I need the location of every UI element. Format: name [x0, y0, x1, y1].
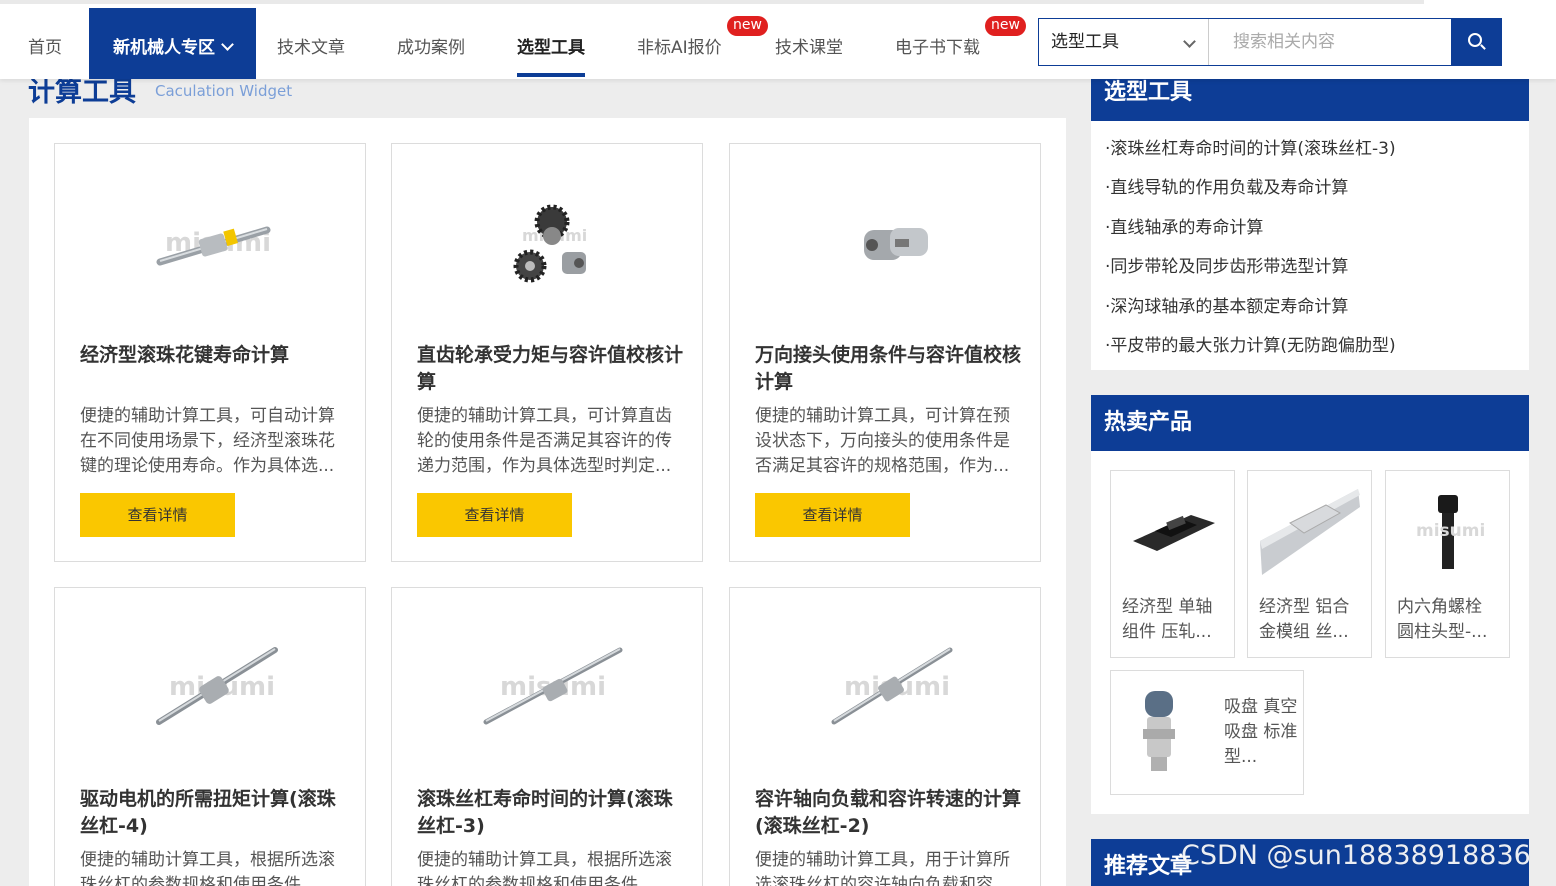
top-divider	[0, 0, 1424, 4]
nav-success-cases[interactable]: 成功案例	[397, 8, 465, 79]
watermark-text: misumi	[1416, 521, 1486, 541]
search-input[interactable]	[1211, 19, 1451, 65]
tool-card-description: 便捷的辅助计算工具，可计算在预设状态下，万向接头的使用条件是否满足其容许的规格范…	[755, 406, 1010, 476]
sidebar-tool-link[interactable]: ·同步带轮及同步齿形带选型计算	[1105, 252, 1348, 277]
sidebar-tool-link[interactable]: ·直线轴承的寿命计算	[1105, 213, 1263, 238]
chevron-down-icon	[221, 38, 234, 51]
search-icon-handle	[1480, 44, 1486, 50]
view-details-button[interactable]: 查看详情	[80, 493, 235, 537]
search-bar: 选型工具	[1038, 18, 1502, 66]
view-details-button[interactable]: 查看详情	[755, 493, 910, 537]
active-tab-underline	[517, 73, 585, 77]
tool-card[interactable]: misumi 经济型滚珠花键寿命计算 便捷的辅助计算工具，可自动计算在不同使用场…	[54, 143, 366, 562]
single-axis-actuator-drawing	[1133, 515, 1215, 551]
tool-card[interactable]: misumi 直齿轮承受力矩与容许值校核计算 便捷的辅助计算工具，可计算直齿轮的…	[391, 143, 703, 562]
nav-selection-tools-label: 选型工具	[517, 38, 585, 58]
nav-ai-quote[interactable]: 非标AI报价 new	[637, 8, 768, 79]
tool-card-description: 便捷的辅助计算工具，可计算直齿轮的使用条件是否满足其容许的传递力范围，作为具体选…	[417, 406, 672, 476]
top-navigation: 首页 新机械人专区 技术文章 成功案例 选型工具 非标AI报价 new 技术课堂 …	[0, 0, 1556, 79]
vacuum-suction-cup-drawing	[1143, 691, 1175, 771]
nav-home[interactable]: 首页	[28, 8, 62, 79]
product-name: 内六角螺栓 圆柱头型-...	[1397, 597, 1488, 642]
tool-card-title: 经济型滚珠花键寿命计算	[80, 344, 290, 366]
nav-selection-tools[interactable]: 选型工具	[517, 8, 585, 79]
tool-card-title: 容许轴向负载和容许转速的计算(滚珠丝杠-2)	[755, 788, 1022, 837]
sidebar-tool-link[interactable]: ·直线导轨的作用负载及寿命计算	[1105, 173, 1348, 198]
sidebar-hot-products: 热卖产品 经济型 单轴组件 压轧... 经济型 铝合金模组 丝... misum…	[1091, 395, 1529, 814]
tool-card-title: 驱动电机的所需扭矩计算(滚珠丝杠-4)	[80, 788, 336, 837]
tool-card-title: 滚珠丝杠寿命时间的计算(滚珠丝杠-3)	[417, 788, 673, 837]
search-category-value: 选型工具	[1051, 32, 1119, 52]
nav-tech-class[interactable]: 技术课堂	[775, 8, 843, 79]
search-category-select[interactable]: 选型工具	[1039, 19, 1209, 65]
ball-spline-icon: misumi	[55, 144, 365, 334]
nav-ebook-download[interactable]: 电子书下载 new	[895, 8, 1026, 79]
new-badge: new	[727, 16, 768, 36]
nav-tech-class-label: 技术课堂	[775, 38, 843, 58]
tool-card-description: 便捷的辅助计算工具，根据所选滚珠丝杠的参数规格和使用条件，可...	[80, 850, 335, 886]
nav-new-robot-zone[interactable]: 新机械人专区	[89, 8, 256, 79]
tool-card-title: 万向接头使用条件与容许值校核计算	[755, 344, 1022, 393]
spur-gear-drawing	[513, 204, 586, 283]
csdn-watermark: CSDN @sun18838918836	[1181, 840, 1531, 871]
aluminum-module-icon	[1248, 471, 1371, 589]
product-name: 经济型 铝合金模组 丝...	[1259, 597, 1350, 642]
tool-card[interactable]: misumi 滚珠丝杠寿命时间的计算(滚珠丝杠-3) 便捷的辅助计算工具，根据所…	[391, 587, 703, 886]
nav-ebook-download-label: 电子书下载	[895, 38, 980, 58]
search-button[interactable]	[1451, 19, 1501, 65]
tool-card[interactable]: misumi 容许轴向负载和容许转速的计算(滚珠丝杠-2) 便捷的辅助计算工具，…	[729, 587, 1041, 886]
ball-screw-icon: misumi	[392, 588, 702, 778]
new-badge: new	[985, 16, 1026, 36]
tool-card[interactable]: misumi 驱动电机的所需扭矩计算(滚珠丝杠-4) 便捷的辅助计算工具，根据所…	[54, 587, 366, 886]
product-name: 吸盘 真空吸盘 标准型...	[1224, 697, 1298, 767]
tool-card[interactable]: 万向接头使用条件与容许值校核计算 便捷的辅助计算工具，可计算在预设状态下，万向接…	[729, 143, 1041, 562]
product-card[interactable]: 经济型 单轴组件 压轧...	[1110, 470, 1235, 658]
aluminum-module-drawing	[1260, 489, 1360, 575]
tool-card-description: 便捷的辅助计算工具，根据所选滚珠丝杠的参数规格和使用条件，求...	[417, 850, 672, 886]
sidebar-tool-link[interactable]: ·深沟球轴承的基本额定寿命计算	[1105, 292, 1348, 317]
nav-home-label: 首页	[28, 38, 62, 58]
nav-ai-quote-label: 非标AI报价	[637, 38, 722, 58]
product-name: 经济型 单轴组件 压轧...	[1122, 597, 1213, 642]
universal-joint-icon	[730, 144, 1040, 334]
tool-card-title: 直齿轮承受力矩与容许值校核计算	[417, 344, 684, 393]
tools-panel: misumi 经济型滚珠花键寿命计算 便捷的辅助计算工具，可自动计算在不同使用场…	[29, 118, 1066, 886]
product-card[interactable]: 吸盘 真空吸盘 标准型...	[1110, 670, 1304, 795]
sidebar-tool-link[interactable]: ·滚珠丝杠寿命时间的计算(滚珠丝杠-3)	[1105, 134, 1396, 159]
section-subtitle: Caculation Widget	[155, 82, 293, 100]
chevron-down-icon	[1183, 35, 1196, 48]
ball-screw-icon: misumi	[730, 588, 1040, 778]
nav-success-cases-label: 成功案例	[397, 38, 465, 58]
sidebar-tools-box: 选型工具 ·滚珠丝杠寿命时间的计算(滚珠丝杠-3) ·直线导轨的作用负载及寿命计…	[1091, 79, 1529, 370]
ball-spline-drawing	[156, 226, 271, 266]
product-card[interactable]: 经济型 铝合金模组 丝...	[1247, 470, 1372, 658]
product-card[interactable]: misumi 内六角螺栓 圆柱头型-...	[1385, 470, 1510, 658]
ball-screw-drawing	[156, 647, 278, 725]
ball-screw-drawing	[831, 647, 953, 725]
nav-tech-articles-label: 技术文章	[277, 38, 345, 58]
universal-joint-drawing	[864, 228, 928, 260]
tool-card-description: 便捷的辅助计算工具，用于计算所选滚珠丝杠的容许轴向负载和容许...	[755, 850, 1010, 886]
sidebar-hot-title: 热卖产品	[1091, 395, 1529, 451]
tool-card-description: 便捷的辅助计算工具，可自动计算在不同使用场景下，经济型滚珠花键的理论使用寿命。作…	[80, 406, 335, 476]
nav-new-robot-zone-label: 新机械人专区	[113, 38, 215, 58]
sidebar-tool-link[interactable]: ·平皮带的最大张力计算(无防跑偏肋型)	[1105, 331, 1396, 356]
view-details-button[interactable]: 查看详情	[417, 493, 572, 537]
spur-gear-icon: misumi	[392, 144, 702, 334]
hex-socket-bolt-icon: misumi	[1386, 471, 1509, 589]
vacuum-suction-cup-icon	[1111, 671, 1207, 794]
ball-screw-icon: misumi	[55, 588, 365, 778]
ball-screw-drawing	[483, 647, 623, 725]
single-axis-actuator-icon	[1111, 471, 1234, 589]
sidebar-tools-title: 选型工具	[1091, 79, 1529, 121]
nav-tech-articles[interactable]: 技术文章	[277, 8, 345, 79]
